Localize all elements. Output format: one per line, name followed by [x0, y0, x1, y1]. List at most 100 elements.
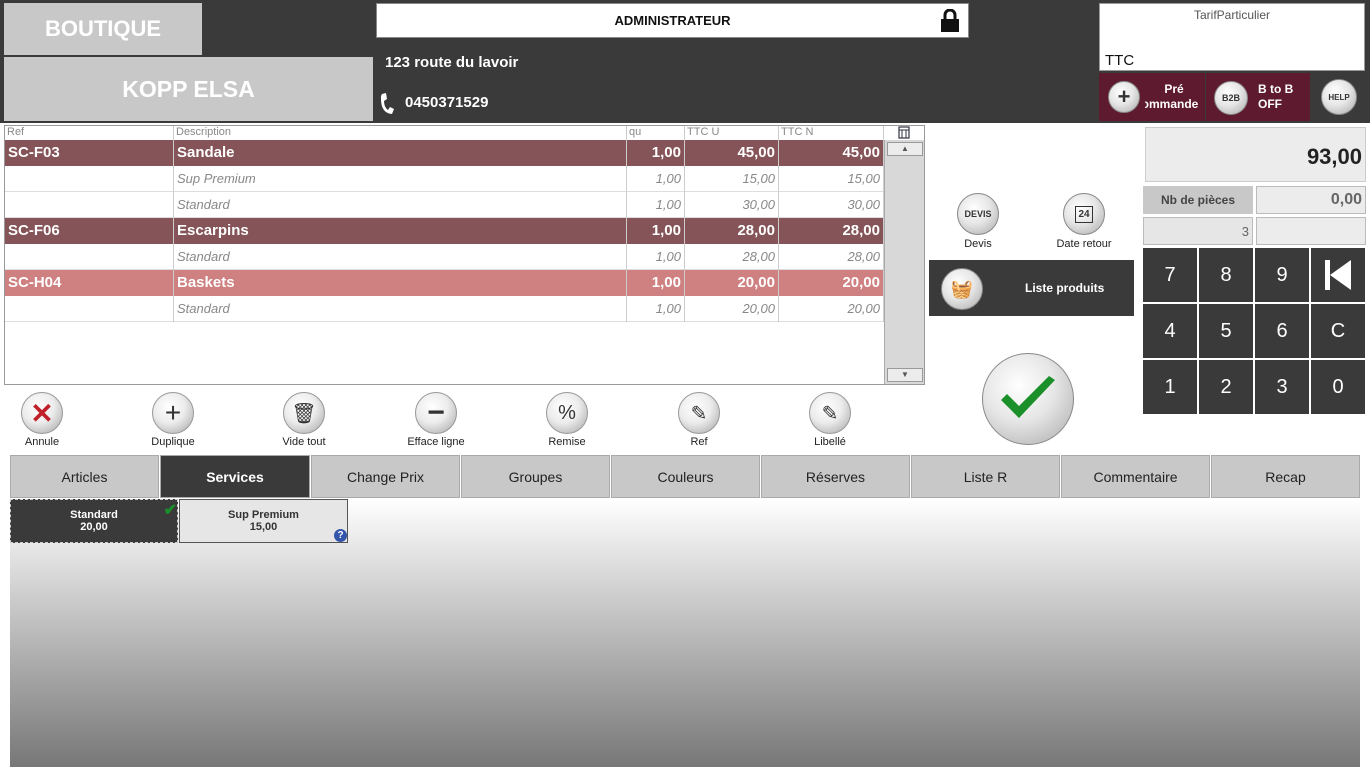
- tarif-box[interactable]: TarifParticulier TTC: [1099, 3, 1365, 71]
- remise-button[interactable]: % Remise: [532, 392, 602, 448]
- key-4[interactable]: 4: [1143, 304, 1197, 358]
- scroll-up-button[interactable]: ▲: [887, 142, 923, 156]
- annule-button[interactable]: ✕ Annule: [7, 392, 77, 448]
- key-clear[interactable]: C: [1311, 304, 1365, 358]
- client-address: 123 route du lavoir: [385, 54, 519, 71]
- tab-recap[interactable]: Recap: [1211, 455, 1360, 498]
- service-sup-premium[interactable]: Sup Premium 15,00 ?: [179, 499, 348, 543]
- lock-icon[interactable]: [940, 9, 960, 33]
- cell-ref: [5, 296, 174, 322]
- tab-commentaire[interactable]: Commentaire: [1061, 455, 1210, 498]
- key-5[interactable]: 5: [1199, 304, 1253, 358]
- tab-liste-r[interactable]: Liste R: [911, 455, 1060, 498]
- help-button[interactable]: HELP: [1321, 79, 1357, 115]
- ref-label: Ref: [690, 436, 708, 448]
- nb-pieces-label: Nb de pièces: [1143, 186, 1253, 214]
- tab-bar: Articles Services Change Prix Groupes Co…: [10, 455, 1360, 499]
- cell-qty: 1,00: [627, 166, 685, 192]
- calendar-day: 24: [1075, 205, 1093, 223]
- efface-ligne-button[interactable]: − Efface ligne: [401, 392, 471, 448]
- service-name: Standard: [70, 509, 118, 521]
- count-field[interactable]: 3: [1143, 217, 1253, 245]
- cell-net: 20,00: [779, 296, 884, 322]
- table-row[interactable]: SC-H04 Baskets 1,00 20,00 20,00: [5, 270, 884, 296]
- service-standard[interactable]: Standard 20,00 ✔: [10, 499, 178, 543]
- table-row[interactable]: SC-F06 Escarpins 1,00 28,00 28,00: [5, 218, 884, 244]
- cell-qty: 1,00: [627, 218, 685, 244]
- tab-reserves[interactable]: Réserves: [761, 455, 910, 498]
- tab-articles[interactable]: Articles: [10, 455, 159, 498]
- backspace-icon: [1325, 260, 1351, 290]
- table-row[interactable]: Standard 1,00 20,00 20,00: [5, 296, 884, 322]
- backspace-button[interactable]: [1311, 248, 1365, 302]
- user-name: ADMINISTRATEUR: [614, 13, 731, 28]
- duplique-label: Duplique: [151, 436, 195, 448]
- client-name[interactable]: KOPP ELSA: [4, 57, 373, 121]
- check-icon: ✔: [163, 502, 177, 519]
- cell-unit: 28,00: [685, 218, 779, 244]
- col-header-description: Description: [174, 126, 627, 141]
- user-bar[interactable]: ADMINISTRATEUR: [376, 3, 969, 38]
- key-8[interactable]: 8: [1199, 248, 1253, 302]
- key-3[interactable]: 3: [1255, 360, 1309, 414]
- pencil-icon: ✎: [678, 392, 720, 434]
- key-0[interactable]: 0: [1311, 360, 1365, 414]
- key-1[interactable]: 1: [1143, 360, 1197, 414]
- ref-button[interactable]: ✎ Ref: [664, 392, 734, 448]
- input-field[interactable]: [1256, 217, 1366, 245]
- cell-unit: 45,00: [685, 140, 779, 166]
- table-row[interactable]: SC-F03 Sandale 1,00 45,00 45,00: [5, 140, 884, 166]
- basket-icon: 🧺: [941, 268, 983, 310]
- vide-tout-button[interactable]: 🗑 Vide tout: [269, 392, 339, 448]
- key-7[interactable]: 7: [1143, 248, 1197, 302]
- precommande-label-1: Pré: [1164, 82, 1184, 96]
- cell-desc: Baskets: [174, 270, 627, 296]
- tab-services[interactable]: Services: [160, 455, 310, 498]
- key-9[interactable]: 9: [1255, 248, 1309, 302]
- cell-ref: [5, 166, 174, 192]
- nb-pieces-value[interactable]: 0,00: [1256, 186, 1366, 214]
- devis-button[interactable]: DEVIS Devis: [948, 193, 1008, 250]
- table-row[interactable]: Standard 1,00 28,00 28,00: [5, 244, 884, 270]
- table-row[interactable]: Standard 1,00 30,00 30,00: [5, 192, 884, 218]
- client-phone: 0450371529: [405, 94, 489, 111]
- cell-unit: 30,00: [685, 192, 779, 218]
- duplique-button[interactable]: + Duplique: [138, 392, 208, 448]
- date-retour-button[interactable]: 24 Date retour: [1050, 193, 1118, 250]
- info-icon[interactable]: ?: [334, 529, 347, 542]
- tab-couleurs[interactable]: Couleurs: [611, 455, 760, 498]
- columns-icon[interactable]: [898, 126, 910, 139]
- cell-desc: Sandale: [174, 140, 627, 166]
- cell-ref: [5, 192, 174, 218]
- table-row[interactable]: Sup Premium 1,00 15,00 15,00: [5, 166, 884, 192]
- cell-desc: Standard: [174, 192, 627, 218]
- cell-qty: 1,00: [627, 140, 685, 166]
- liste-produits-button[interactable]: 🧺 Liste produits: [929, 260, 1134, 316]
- cell-net: 45,00: [779, 140, 884, 166]
- cell-ref: [5, 244, 174, 270]
- col-header-unit-price: TTC U: [685, 126, 779, 141]
- tab-change-prix[interactable]: Change Prix: [311, 455, 460, 498]
- pencil-icon: ✎: [809, 392, 851, 434]
- b2b-toggle[interactable]: B2B B to B OFF: [1206, 73, 1310, 121]
- service-price: 15,00: [249, 521, 278, 533]
- cell-unit: 20,00: [685, 296, 779, 322]
- col-header-qty: qu: [627, 126, 685, 141]
- cancel-icon: ✕: [21, 392, 63, 434]
- precommande-button[interactable]: + Pré ommande: [1099, 73, 1205, 121]
- validate-button[interactable]: [982, 353, 1074, 445]
- libelle-button[interactable]: ✎ Libellé: [795, 392, 865, 448]
- minus-icon: −: [415, 392, 457, 434]
- shop-label[interactable]: BOUTIQUE: [4, 3, 202, 55]
- key-6[interactable]: 6: [1255, 304, 1309, 358]
- cell-desc: Sup Premium: [174, 166, 627, 192]
- tab-groupes[interactable]: Groupes: [461, 455, 610, 498]
- scroll-down-button[interactable]: ▼: [887, 368, 923, 382]
- table-scrollbar[interactable]: ▲ ▼: [884, 140, 924, 384]
- trash-icon: 🗑: [283, 392, 325, 434]
- plus-icon: +: [1108, 81, 1140, 113]
- cell-unit: 15,00: [685, 166, 779, 192]
- services-panel: Standard 20,00 ✔ Sup Premium 15,00 ?: [10, 499, 1360, 767]
- key-2[interactable]: 2: [1199, 360, 1253, 414]
- phone-icon: [380, 93, 394, 114]
